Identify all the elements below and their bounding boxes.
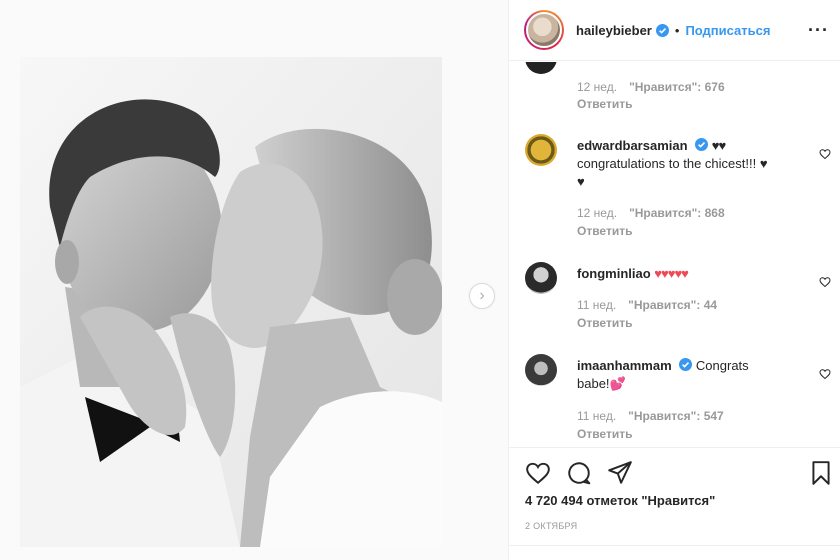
reply-button[interactable]: Ответить (577, 97, 632, 111)
comment-text-continued: babe! (577, 376, 610, 391)
post-photo[interactable] (20, 57, 442, 547)
black-heart-emoji: ♥ (759, 156, 768, 171)
comment-likes[interactable]: "Нравится": 44 (628, 298, 717, 312)
comment-icon[interactable] (566, 460, 592, 486)
author-avatar[interactable] (524, 10, 564, 50)
verified-badge-icon (695, 138, 709, 151)
comment-meta: 11 нед. "Нравится": 547 (577, 409, 724, 423)
comment-item: fongminliao ♥♥♥♥♥ 11 нед. "Нравится": 44… (525, 262, 835, 337)
black-heart-emoji: ♥ (577, 174, 585, 189)
commenter-avatar[interactable] (525, 354, 557, 386)
share-icon[interactable] (607, 460, 633, 486)
bookmark-icon[interactable] (808, 460, 834, 486)
comment-likes[interactable]: "Нравится": 547 (628, 409, 724, 423)
red-hearts-emoji: ♥♥♥♥♥ (654, 266, 689, 281)
post-date[interactable]: 2 ОКТЯБРЯ (525, 521, 577, 531)
next-photo-button[interactable]: › (469, 283, 495, 309)
comment-time: 12 нед. (577, 80, 618, 94)
commenter-avatar[interactable] (525, 134, 557, 166)
heart-icon[interactable] (819, 276, 831, 288)
reply-button[interactable]: Ответить (577, 427, 632, 441)
separator-dot: • (674, 22, 680, 38)
heart-icon[interactable] (819, 368, 831, 380)
post-actions-bar (509, 447, 840, 497)
comment-likes[interactable]: "Нравится": 676 (629, 80, 725, 94)
heart-icon[interactable] (525, 460, 551, 486)
comment-meta: 12 нед. "Нравится": 676 (577, 80, 725, 94)
reply-button[interactable]: Ответить (577, 224, 632, 238)
two-hearts-emoji: 💕 (609, 376, 626, 391)
comment-item: edwardbarsamian ♥♥ congratulations to th… (525, 134, 835, 244)
comment-likes[interactable]: "Нравится": 868 (629, 206, 725, 220)
comment-text: congratulations to the chicest!!! (577, 156, 757, 171)
comment-body: imaanhammam Congrats babe!💕 (577, 357, 797, 393)
comment-text: Congrats (695, 358, 749, 373)
comment-meta: 11 нед. "Нравится": 44 (577, 298, 717, 312)
commenter-avatar[interactable] (525, 262, 557, 294)
follow-button[interactable]: Подписаться (685, 23, 770, 38)
more-options-icon[interactable]: ··· (808, 20, 829, 41)
commenter-avatar[interactable] (525, 62, 557, 74)
media-pane: › (0, 0, 508, 560)
chevron-right-icon: › (479, 287, 485, 304)
heart-icon[interactable] (819, 148, 831, 160)
comments-list[interactable]: 12 нед. "Нравится": 676 Ответить edwardb… (509, 62, 840, 446)
black-hearts-emoji: ♥♥ (711, 138, 726, 153)
verified-badge-icon (655, 23, 669, 37)
post-side-panel: haileybieber • Подписаться ··· 12 нед. "… (508, 0, 840, 560)
reply-button[interactable]: Ответить (577, 316, 632, 330)
post-photo-image (20, 57, 442, 547)
post-header: haileybieber • Подписаться ··· (509, 0, 840, 61)
comment-body: edwardbarsamian ♥♥ congratulations to th… (577, 137, 797, 191)
author-username[interactable]: haileybieber (576, 23, 652, 38)
commenter-username[interactable]: fongminliao (577, 266, 651, 281)
comment-meta: 12 нед. "Нравится": 868 (577, 206, 725, 220)
commenter-username[interactable]: edwardbarsamian (577, 138, 688, 153)
comment-body: fongminliao ♥♥♥♥♥ (577, 265, 797, 283)
commenter-username[interactable]: imaanhammam (577, 358, 672, 373)
comment-item: imaanhammam Congrats babe!💕 11 нед. "Нра… (525, 354, 835, 446)
divider (509, 545, 840, 546)
comment-time: 12 нед. (577, 206, 618, 220)
comment-time: 11 нед. (577, 298, 617, 312)
comment-item: 12 нед. "Нравится": 676 Ответить (525, 62, 835, 112)
verified-badge-icon (679, 358, 693, 371)
post-likes-count[interactable]: 4 720 494 отметок "Нравится" (525, 493, 715, 508)
comment-time: 11 нед. (577, 409, 617, 423)
